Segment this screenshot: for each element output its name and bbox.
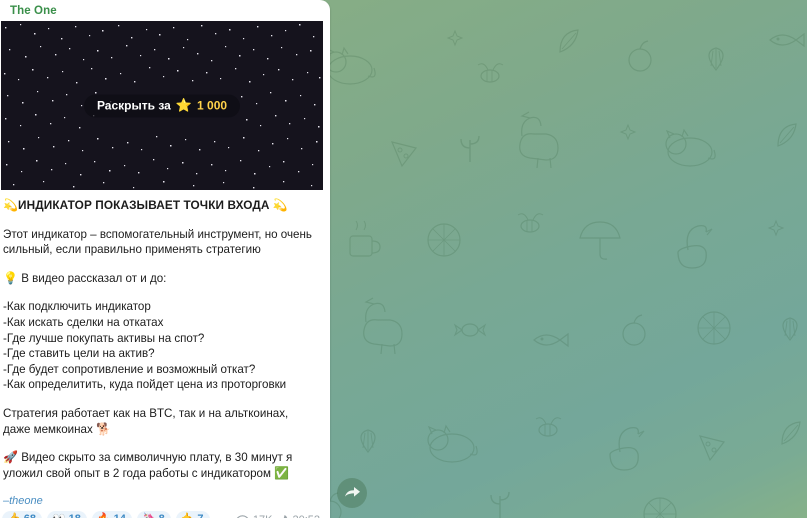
- message-heading: 💫ИНДИКАТОР ПОКАЗЫВАЕТ ТОЧКИ ВХОДА 💫: [3, 198, 316, 214]
- message-heading-text: ИНДИКАТОР ПОКАЗЫВАЕТ ТОЧКИ ВХОДА: [18, 198, 270, 212]
- unicorn-icon: 🦄: [142, 512, 156, 518]
- message-paragraph-1: Этот индикатор – вспомогательный инструм…: [3, 227, 312, 257]
- message-bullet-list: -Как подключить индикатор -Как искать сд…: [3, 299, 316, 393]
- bullet-item: -Как искать сделки на откатах: [3, 315, 164, 329]
- message-text-body: 💫ИНДИКАТОР ПОКАЗЫВАЕТ ТОЧКИ ВХОДА 💫 Этот…: [0, 190, 330, 483]
- reactions-row: 👍 68 👀 18 🔥 14 🦄 8 🤙 7: [2, 511, 236, 518]
- eyes-icon: 👀: [52, 512, 66, 518]
- forward-arrow-icon: [344, 487, 360, 497]
- reaction-chip-unicorn[interactable]: 🦄 8: [136, 511, 171, 518]
- forward-button[interactable]: [337, 478, 367, 508]
- message-paragraph-2: Стратегия работает как на BTC, так и на …: [3, 406, 316, 437]
- reaction-chip-eyes[interactable]: 👀 18: [46, 511, 87, 518]
- message-author[interactable]: The One: [0, 0, 330, 21]
- bullet-item: -Где ставить цели на актив?: [3, 347, 155, 361]
- sparkles-icon-right: 💫: [272, 198, 288, 212]
- reaction-chip-call-me-hand[interactable]: 🤙 7: [175, 511, 210, 518]
- reveal-spoiler-button[interactable]: Раскрыть за ⭐ 1 000: [83, 94, 241, 117]
- reaction-chip-thumbs-up[interactable]: 👍 68: [2, 511, 42, 518]
- message-bubble[interactable]: The One Раскрыть за ⭐ 1 000 💫ИНДИКАТОР П…: [0, 0, 330, 518]
- message-paragraph-3: 🚀 Видео скрыто за символичную плату, в 3…: [3, 450, 316, 481]
- bullet-item: -Как подключить индикатор: [3, 300, 151, 314]
- reaction-count: 7: [197, 512, 203, 518]
- light-bulb-icon: 💡: [3, 270, 18, 285]
- message-intro-text: В видео рассказал от и до:: [21, 271, 167, 285]
- message-time: 20:52: [292, 514, 320, 518]
- view-count: 17K: [253, 514, 273, 518]
- message-meta: 17K 20:52: [236, 514, 320, 518]
- star-icon: ⭐: [175, 97, 193, 113]
- check-mark-icon: ✅: [274, 465, 290, 480]
- reaction-count: 14: [114, 512, 126, 518]
- message-intro-line: 💡 В видео рассказал от и до:: [3, 271, 316, 287]
- fire-icon: 🔥: [97, 512, 111, 518]
- message-paragraph-2-text: Стратегия работает как на BTC, так и на …: [3, 406, 289, 436]
- dog-icon: 🐕: [96, 421, 111, 436]
- bullet-item: -Как определитить, куда пойдет цена из п…: [3, 378, 287, 392]
- reaction-count: 18: [69, 512, 81, 518]
- sparkles-icon: 💫: [3, 198, 19, 212]
- thumbs-up-icon: 👍: [7, 512, 21, 518]
- message-paragraph-3-text: Видео скрыто за символичную плату, в 30 …: [3, 451, 293, 480]
- media-spoiler-overlay[interactable]: Раскрыть за ⭐ 1 000: [1, 21, 323, 190]
- reaction-chip-fire[interactable]: 🔥 14: [91, 511, 132, 518]
- rocket-icon: 🚀: [3, 450, 18, 465]
- reaction-count: 68: [24, 512, 36, 518]
- call-me-hand-icon: 🤙: [181, 512, 195, 518]
- bullet-item: -Где будет сопротивление и возможный отк…: [3, 362, 256, 376]
- reveal-button-label: Раскрыть за: [96, 98, 171, 112]
- reaction-count: 8: [159, 512, 165, 518]
- message-signature: –theone: [3, 495, 43, 508]
- bubble-footer: 👍 68 👀 18 🔥 14 🦄 8 🤙 7: [0, 507, 330, 518]
- chat-wallpaper: The One Раскрыть за ⭐ 1 000 💫ИНДИКАТОР П…: [0, 0, 807, 518]
- bullet-item: -Где лучше покупать активы на спот?: [3, 331, 205, 345]
- pin-icon: [276, 514, 288, 518]
- reveal-button-price: 1 000: [197, 98, 228, 112]
